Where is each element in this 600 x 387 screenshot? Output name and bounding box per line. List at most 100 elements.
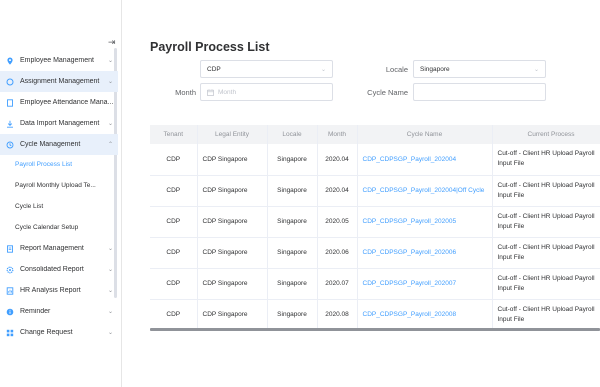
main-content: Payroll Process List Tenant CDP ⌄ Locale… bbox=[136, 0, 600, 387]
table-row: CDP CDP Singapore Singapore 2020.07 CDP_… bbox=[150, 268, 600, 300]
cell-tenant: CDP bbox=[150, 175, 198, 207]
table-row: CDP CDP Singapore Singapore 2020.04 CDP_… bbox=[150, 144, 600, 176]
cell-locale: Singapore bbox=[267, 237, 318, 269]
header-current-process: Current Process bbox=[492, 125, 600, 144]
collapse-sidebar-icon[interactable]: ⇥ bbox=[108, 38, 116, 47]
table-header-row: Tenant Legal Entity Locale Month Cycle N… bbox=[150, 125, 600, 144]
cell-tenant: CDP bbox=[150, 206, 198, 238]
report-icon bbox=[6, 244, 14, 253]
menu-label: Change Request bbox=[20, 329, 73, 336]
locale-value: Singapore bbox=[420, 65, 450, 73]
month-placeholder: Month bbox=[218, 88, 237, 96]
cell-current-process: Cut-off - Client HR Upload Payroll Input… bbox=[492, 299, 600, 331]
submenu-payroll-process-list[interactable]: Payroll Process List bbox=[0, 154, 118, 175]
submenu-cycle-list[interactable]: Cycle List bbox=[0, 196, 118, 217]
menu-employee-attendance[interactable]: Employee Attendance Mana... bbox=[0, 92, 118, 113]
gear-icon bbox=[6, 266, 14, 274]
cycle-name-link[interactable]: CDP_CDPSGP_Payroll_202004 bbox=[357, 144, 493, 176]
cell-tenant: CDP bbox=[150, 237, 198, 269]
submenu-cycle-calendar-setup[interactable]: Cycle Calendar Setup bbox=[0, 217, 118, 238]
table-row: CDP CDP Singapore Singapore 2020.04 CDP_… bbox=[150, 175, 600, 207]
menu-reminder[interactable]: Reminder ⌄ bbox=[0, 301, 118, 322]
cycle-name-input[interactable] bbox=[413, 83, 546, 101]
chevron-down-icon: ⌄ bbox=[108, 329, 114, 336]
grid-icon bbox=[6, 329, 14, 337]
header-tenant: Tenant bbox=[150, 125, 198, 144]
table-row: CDP CDP Singapore Singapore 2020.06 CDP_… bbox=[150, 237, 600, 269]
chevron-down-icon: ⌄ bbox=[108, 308, 114, 315]
tenant-select[interactable]: CDP ⌄ bbox=[200, 60, 333, 78]
menu-change-request[interactable]: Change Request ⌄ bbox=[0, 322, 118, 343]
cell-current-process: Cut-off - Client HR Upload Payroll Input… bbox=[492, 144, 600, 176]
cell-locale: Singapore bbox=[267, 144, 318, 176]
cell-legal-entity: CDP Singapore bbox=[197, 206, 268, 238]
header-locale: Locale bbox=[267, 125, 318, 144]
cell-current-process: Cut-off - Client HR Upload Payroll Input… bbox=[492, 237, 600, 269]
sidebar: ⇥ Employee Management ⌄ Assignment Manag… bbox=[0, 0, 122, 387]
cell-legal-entity: CDP Singapore bbox=[197, 299, 268, 331]
cell-month: 2020.08 bbox=[317, 299, 358, 331]
header-month: Month bbox=[317, 125, 358, 144]
menu-report-management[interactable]: Report Management ⌄ bbox=[0, 238, 118, 259]
cell-legal-entity: CDP Singapore bbox=[197, 175, 268, 207]
menu-label: Data Import Management bbox=[20, 120, 100, 127]
locale-select[interactable]: Singapore ⌄ bbox=[413, 60, 546, 78]
menu-data-import-management[interactable]: Data Import Management ⌄ bbox=[0, 113, 118, 134]
menu-label: Consolidated Report bbox=[20, 266, 84, 273]
menu-hr-analysis-report[interactable]: HR Analysis Report ⌄ bbox=[0, 280, 118, 301]
chevron-up-icon: ⌃ bbox=[108, 141, 114, 148]
cycle-name-label: Cycle Name bbox=[367, 88, 408, 97]
cell-tenant: CDP bbox=[150, 268, 198, 300]
header-cycle-name: Cycle Name bbox=[357, 125, 493, 144]
analysis-icon bbox=[6, 286, 14, 295]
chevron-down-icon: ⌄ bbox=[108, 57, 114, 64]
cycle-name-link[interactable]: CDP_CDPSGP_Payroll_202008 bbox=[357, 299, 493, 331]
tenant-value: CDP bbox=[207, 65, 221, 73]
menu-employee-management[interactable]: Employee Management ⌄ bbox=[0, 50, 118, 71]
cell-legal-entity: CDP Singapore bbox=[197, 144, 268, 176]
menu-assignment-management[interactable]: Assignment Management ⌄ bbox=[0, 71, 118, 92]
payroll-table: Tenant Legal Entity Locale Month Cycle N… bbox=[150, 125, 600, 335]
cell-locale: Singapore bbox=[267, 206, 318, 238]
menu-label: Assignment Management bbox=[20, 78, 100, 85]
cycle-name-link[interactable]: CDP_CDPSGP_Payroll_202006 bbox=[357, 237, 493, 269]
menu-label: Report Management bbox=[20, 245, 84, 252]
clock-icon bbox=[6, 141, 14, 149]
header-legal-entity: Legal Entity bbox=[197, 125, 268, 144]
cell-month: 2020.04 bbox=[317, 175, 358, 207]
month-picker[interactable]: Month bbox=[200, 83, 333, 101]
location-pin-icon bbox=[6, 57, 14, 65]
chevron-down-icon: ⌄ bbox=[108, 78, 114, 85]
menu-label: Reminder bbox=[20, 308, 51, 315]
cycle-name-link[interactable]: CDP_CDPSGP_Payroll_202007 bbox=[357, 268, 493, 300]
cell-locale: Singapore bbox=[267, 299, 318, 331]
cell-month: 2020.07 bbox=[317, 268, 358, 300]
chevron-down-icon: ⌄ bbox=[108, 245, 114, 252]
chevron-down-icon: ⌄ bbox=[108, 120, 114, 127]
chevron-down-icon: ⌄ bbox=[108, 266, 114, 273]
menu-label: Employee Management bbox=[20, 57, 94, 64]
document-icon bbox=[6, 98, 14, 107]
menu-label: HR Analysis Report bbox=[20, 287, 81, 294]
page-title: Payroll Process List bbox=[150, 40, 270, 54]
menu-cycle-management[interactable]: Cycle Management ⌃ bbox=[0, 134, 118, 155]
calendar-icon bbox=[207, 88, 214, 96]
submenu-payroll-monthly-upload[interactable]: Payroll Monthly Upload Te... bbox=[0, 175, 118, 196]
cell-month: 2020.06 bbox=[317, 237, 358, 269]
chevron-down-icon: ⌄ bbox=[533, 67, 539, 73]
cell-tenant: CDP bbox=[150, 299, 198, 331]
cell-current-process: Cut-off - Client HR Upload Payroll Input… bbox=[492, 268, 600, 300]
menu-label: Employee Attendance Mana... bbox=[20, 99, 114, 106]
locale-label: Locale bbox=[385, 65, 408, 74]
cell-month: 2020.04 bbox=[317, 144, 358, 176]
cycle-name-link[interactable]: CDP_CDPSGP_Payroll_202005 bbox=[357, 206, 493, 238]
cell-current-process: Cut-off - Client HR Upload Payroll Input… bbox=[492, 206, 600, 238]
menu-consolidated-report[interactable]: Consolidated Report ⌄ bbox=[0, 259, 118, 280]
table-horizontal-scrollbar[interactable] bbox=[150, 328, 600, 331]
table-row: CDP CDP Singapore Singapore 2020.05 CDP_… bbox=[150, 206, 600, 238]
table-row: CDP CDP Singapore Singapore 2020.08 CDP_… bbox=[150, 299, 600, 331]
cell-legal-entity: CDP Singapore bbox=[197, 237, 268, 269]
cycle-name-link[interactable]: CDP_CDPSGP_Payroll_202004|Off Cycle bbox=[357, 175, 493, 207]
chevron-down-icon: ⌄ bbox=[108, 287, 114, 294]
cell-month: 2020.05 bbox=[317, 206, 358, 238]
